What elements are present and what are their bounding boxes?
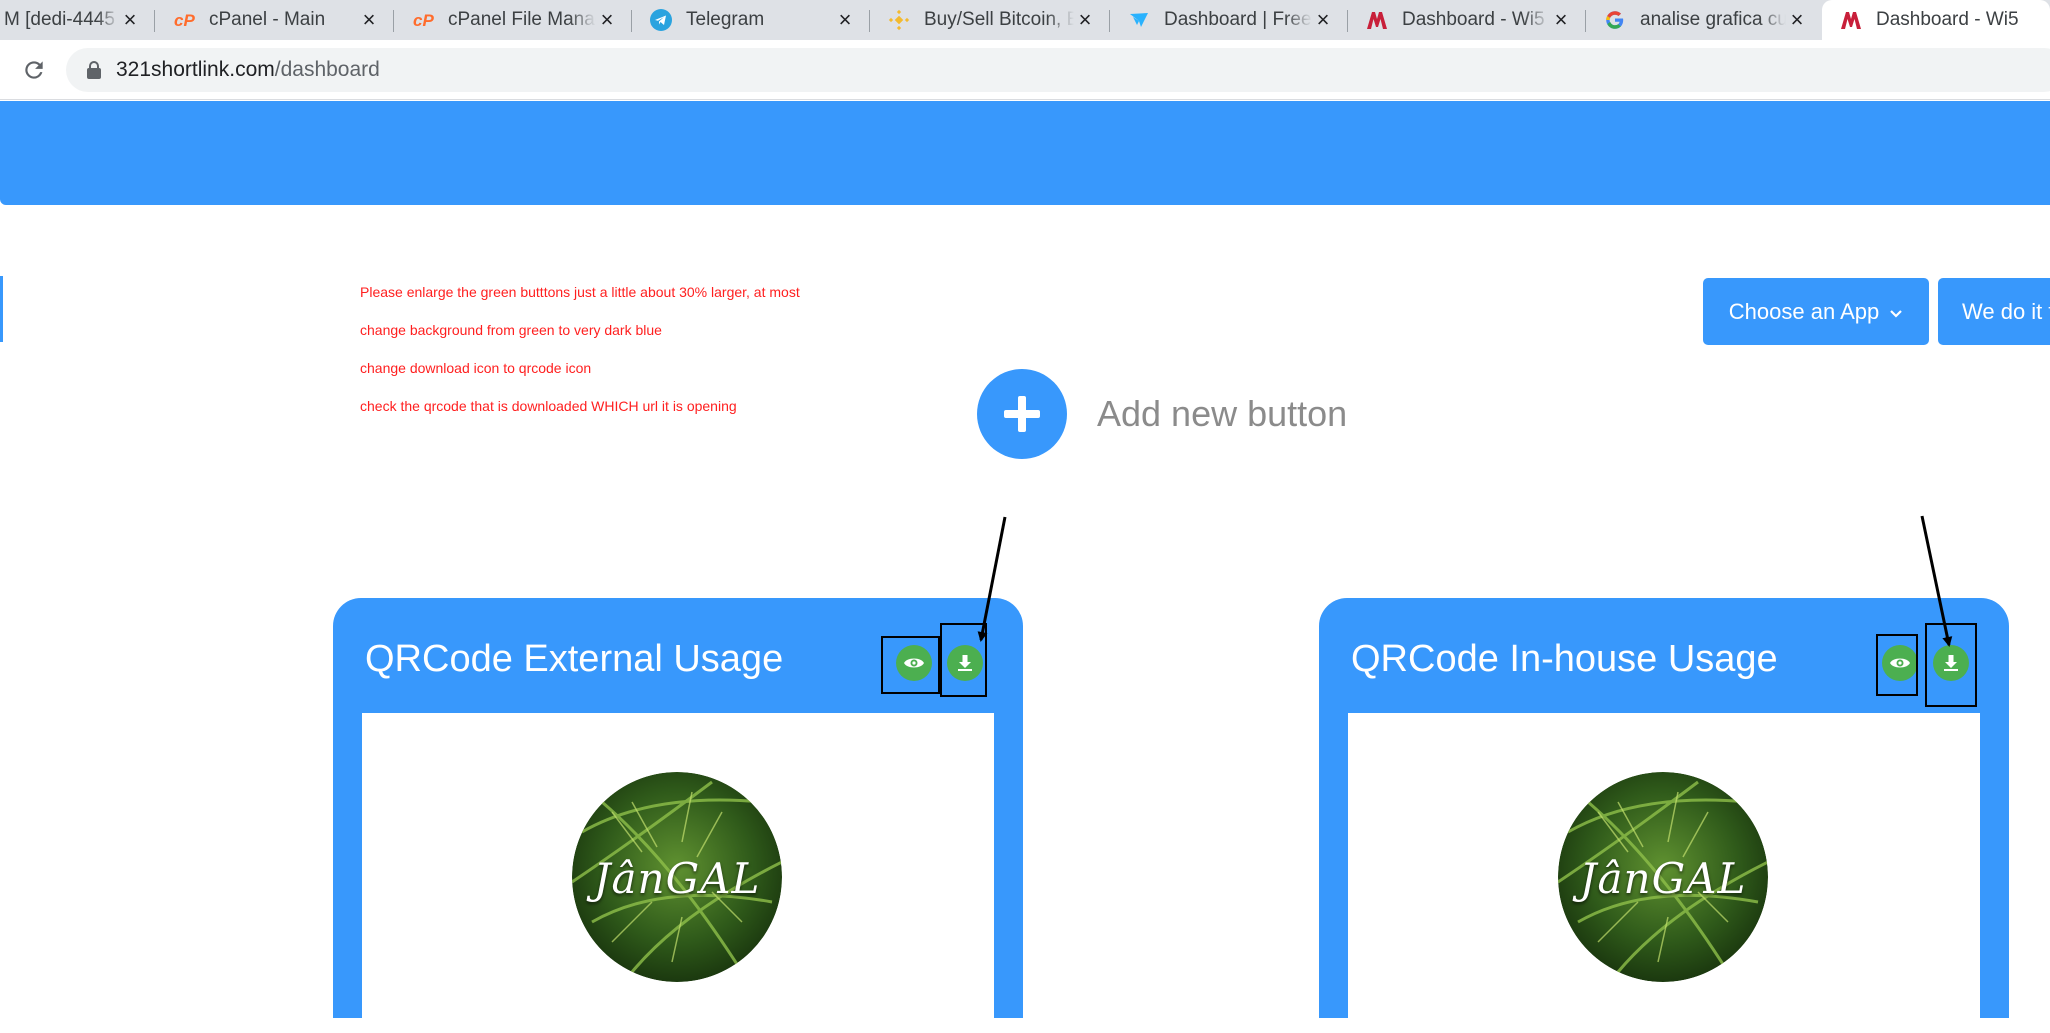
url-path: /dashboard (274, 58, 380, 81)
note-line: change download icon to qrcode icon (360, 360, 592, 376)
tab-title: Dashboard - Wi5 (1402, 9, 1545, 30)
binance-icon (888, 9, 910, 31)
browser-tab[interactable]: Telegram × (632, 0, 870, 40)
close-icon[interactable]: × (1312, 7, 1334, 32)
close-icon[interactable]: × (596, 7, 618, 32)
chevron-down-icon (1889, 299, 1903, 325)
card-title: QRCode External Usage (365, 638, 784, 680)
svg-text:cP: cP (413, 11, 434, 30)
tab-title: M [dedi-4445 (4, 9, 115, 30)
logo-text: JânGAL (1579, 854, 1747, 903)
tab-title: Dashboard - Wi5 (1876, 9, 2019, 30)
url-host: 321shortlink.com (116, 58, 275, 81)
tab-title: Telegram (686, 9, 765, 30)
browser-tab[interactable]: analise grafica cur × (1586, 0, 1822, 40)
logo-text: JânGAL (593, 854, 761, 903)
browser-tab[interactable]: Dashboard - Wi5 × (1348, 0, 1586, 40)
annotation-box (1925, 623, 1977, 707)
browser-tab-active[interactable]: Dashboard - Wi5 (1822, 0, 2050, 40)
close-icon[interactable]: × (1786, 7, 1808, 32)
svg-text:cP: cP (174, 11, 195, 30)
qrcode-panel: JânGAL (1348, 713, 1980, 1033)
browser-tab[interactable]: cP cPanel - Main × (155, 0, 394, 40)
url-text: 321shortlink.com/dashboard (116, 58, 380, 82)
annotation-box (881, 636, 940, 694)
jangal-logo: JânGAL (1558, 772, 1768, 982)
browser-tab[interactable]: M [dedi-4445 × (0, 0, 155, 40)
close-icon[interactable]: × (1550, 7, 1572, 32)
plus-icon[interactable] (977, 369, 1067, 459)
reload-icon[interactable] (18, 54, 50, 86)
tab-title: cPanel File Manager (448, 9, 596, 30)
browser-tab[interactable]: cP cPanel File Manager × (394, 0, 632, 40)
choose-app-button[interactable]: Choose an App (1703, 278, 1929, 345)
google-icon (1604, 9, 1626, 31)
qrcode-panel: JânGAL (362, 713, 994, 1033)
tab-title: Dashboard | Freelancer (1164, 9, 1312, 30)
close-icon[interactable]: × (1074, 7, 1096, 32)
browser-toolbar: 321shortlink.com/dashboard (0, 40, 2050, 100)
annotation-box (1876, 634, 1918, 696)
choose-app-label: Choose an App (1728, 298, 1880, 324)
close-icon[interactable]: × (358, 7, 380, 32)
we-do-it-label: We do it f (1962, 298, 2050, 324)
note-line: check the qrcode that is downloaded WHIC… (360, 398, 737, 414)
we-do-it-button[interactable]: We do it f (1938, 278, 2050, 345)
address-bar[interactable]: 321shortlink.com/dashboard (66, 48, 2050, 92)
note-line: Please enlarge the green butttons just a… (360, 284, 800, 300)
add-new-button[interactable]: Add new button (977, 369, 1347, 459)
browser-tab[interactable]: Buy/Sell Bitcoin, E × (870, 0, 1110, 40)
telegram-icon (650, 9, 672, 31)
note-line: change background from green to very dar… (360, 322, 662, 338)
tab-title: analise grafica cur (1640, 9, 1786, 30)
wi5-icon (1366, 9, 1388, 31)
left-edge-tab[interactable] (0, 276, 3, 342)
tab-title: cPanel - Main (209, 9, 326, 30)
annotation-box (940, 623, 987, 697)
lock-icon (86, 61, 102, 79)
wi5-icon (1840, 9, 1862, 31)
tab-title: Buy/Sell Bitcoin, E (924, 9, 1074, 30)
close-icon[interactable]: × (119, 7, 141, 32)
add-new-button-label: Add new button (1097, 393, 1348, 434)
cpanel-icon: cP (173, 9, 195, 31)
close-icon[interactable]: × (834, 7, 856, 32)
annotation-notes: Please enlarge the green butttons just a… (360, 284, 800, 436)
jangal-logo: JânGAL (572, 772, 782, 982)
page-header-bar (0, 101, 2050, 205)
freelancer-icon (1128, 9, 1150, 31)
browser-tab-strip: M [dedi-4445 × cP cPanel - Main × cP cPa… (0, 0, 2050, 40)
cpanel-icon: cP (412, 9, 434, 31)
card-title: QRCode In-house Usage (1351, 638, 1778, 680)
browser-tab[interactable]: Dashboard | Freelancer × (1110, 0, 1348, 40)
